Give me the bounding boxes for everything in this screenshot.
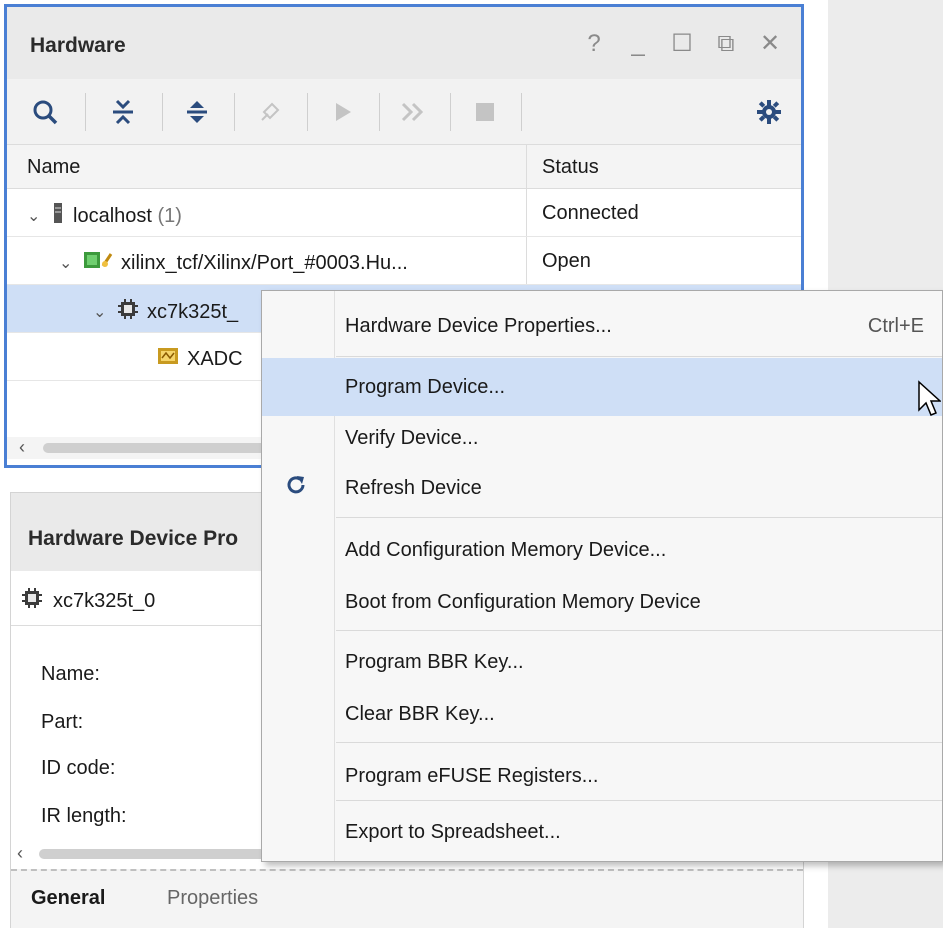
target-board-icon <box>83 250 113 276</box>
tree-row-localhost[interactable]: ⌄ localhost (1) Connected <box>7 189 801 237</box>
close-icon[interactable]: ✕ <box>757 29 783 58</box>
gear-icon[interactable] <box>751 93 787 131</box>
minimize-icon[interactable]: _ <box>625 30 651 58</box>
tab-properties[interactable]: Properties <box>167 887 258 910</box>
chevron-down-icon[interactable]: ⌄ <box>27 206 43 226</box>
row-name: xilinx_tcf/Xilinx/Port_#0003.Hu... <box>121 251 408 274</box>
menu-item-label: Refresh Device <box>345 477 482 499</box>
menu-item-export-to-spreadsheet[interactable]: Export to Spreadsheet... <box>262 803 942 861</box>
prop-label-irlength: IR length: <box>41 805 127 827</box>
fast-forward-icon <box>395 93 431 131</box>
auto-connect-icon <box>252 93 288 131</box>
tab-general[interactable]: General <box>31 887 105 910</box>
search-icon[interactable] <box>27 93 63 131</box>
column-status[interactable]: Status <box>542 156 599 179</box>
window-controls: ? _ ☐ ⧉ ✕ <box>581 29 783 58</box>
column-name[interactable]: Name <box>27 156 80 179</box>
device-name: xc7k325t_0 <box>53 589 156 612</box>
menu-item-label: Hardware Device Properties... <box>345 315 612 337</box>
menu-item-program-bbr-key[interactable]: Program BBR Key... <box>262 633 942 691</box>
row-name: XADC <box>187 347 243 370</box>
chip-icon <box>21 587 43 615</box>
xadc-icon <box>157 346 179 372</box>
menu-item-clear-bbr-key[interactable]: Clear BBR Key... <box>262 685 942 743</box>
menu-item-label: Add Configuration Memory Device... <box>345 539 667 561</box>
prop-label-part: Part: <box>41 711 84 733</box>
scroll-left-icon[interactable]: ‹ <box>17 843 23 864</box>
device-properties-header: xc7k325t_0 <box>21 579 155 623</box>
hardware-toolbar <box>7 79 801 145</box>
server-icon <box>51 202 65 230</box>
menu-item-boot-from-configuration-memory[interactable]: Boot from Configuration Memory Device <box>262 573 942 631</box>
prop-label-name: Name: <box>41 663 100 685</box>
menu-item-label: Program Device... <box>345 376 506 398</box>
menu-item-label: Program BBR Key... <box>345 651 524 673</box>
collapse-all-icon[interactable] <box>105 93 141 131</box>
menu-item-label: Boot from Configuration Memory Device <box>345 591 701 613</box>
hardware-titlebar: Hardware ? _ ☐ ⧉ ✕ <box>7 7 801 79</box>
refresh-icon <box>284 473 308 502</box>
row-name: xc7k325t_ <box>147 300 239 323</box>
menu-item-program-efuse-registers[interactable]: Program eFUSE Registers... <box>262 747 942 805</box>
scroll-thumb[interactable] <box>43 443 283 453</box>
device-properties-title: Hardware Device Pro <box>28 527 239 550</box>
help-icon[interactable]: ? <box>581 30 607 58</box>
menu-item-refresh-device[interactable]: Refresh Device <box>262 459 942 517</box>
maximize-icon[interactable]: ☐ <box>669 29 695 58</box>
chevron-down-icon[interactable]: ⌄ <box>59 253 75 273</box>
expand-all-icon[interactable] <box>179 93 215 131</box>
stop-icon <box>467 93 503 131</box>
device-properties-tabs: General Properties <box>11 869 803 928</box>
run-icon <box>325 93 361 131</box>
menu-item-hardware-device-properties[interactable]: Hardware Device Properties... Ctrl+E <box>262 297 942 355</box>
chip-icon <box>117 298 139 326</box>
hardware-column-header: Name Status <box>7 145 801 189</box>
hardware-title: Hardware <box>30 34 126 57</box>
menu-item-shortcut: Ctrl+E <box>867 315 924 337</box>
tree-row-target[interactable]: ⌄ xilinx_tcf/Xilinx/Port_#0003.Hu... Ope… <box>7 237 801 285</box>
menu-item-add-configuration-memory[interactable]: Add Configuration Memory Device... <box>262 521 942 579</box>
float-icon[interactable]: ⧉ <box>713 30 739 58</box>
context-menu: Hardware Device Properties... Ctrl+E Pro… <box>261 290 943 862</box>
menu-item-program-device[interactable]: Program Device... <box>262 358 942 416</box>
menu-item-label: Clear BBR Key... <box>345 703 495 725</box>
chevron-down-icon[interactable]: ⌄ <box>93 302 109 322</box>
row-status: Connected <box>542 202 639 224</box>
menu-item-label: Verify Device... <box>345 427 479 449</box>
menu-item-label: Export to Spreadsheet... <box>345 821 561 843</box>
row-count: (1) <box>157 204 182 227</box>
scroll-left-icon[interactable]: ‹ <box>19 437 25 458</box>
row-status: Open <box>542 250 591 272</box>
mouse-pointer-icon <box>917 380 942 425</box>
row-name: localhost <box>73 204 152 227</box>
prop-label-idcode: ID code: <box>41 757 116 779</box>
menu-item-label: Program eFUSE Registers... <box>345 765 599 787</box>
